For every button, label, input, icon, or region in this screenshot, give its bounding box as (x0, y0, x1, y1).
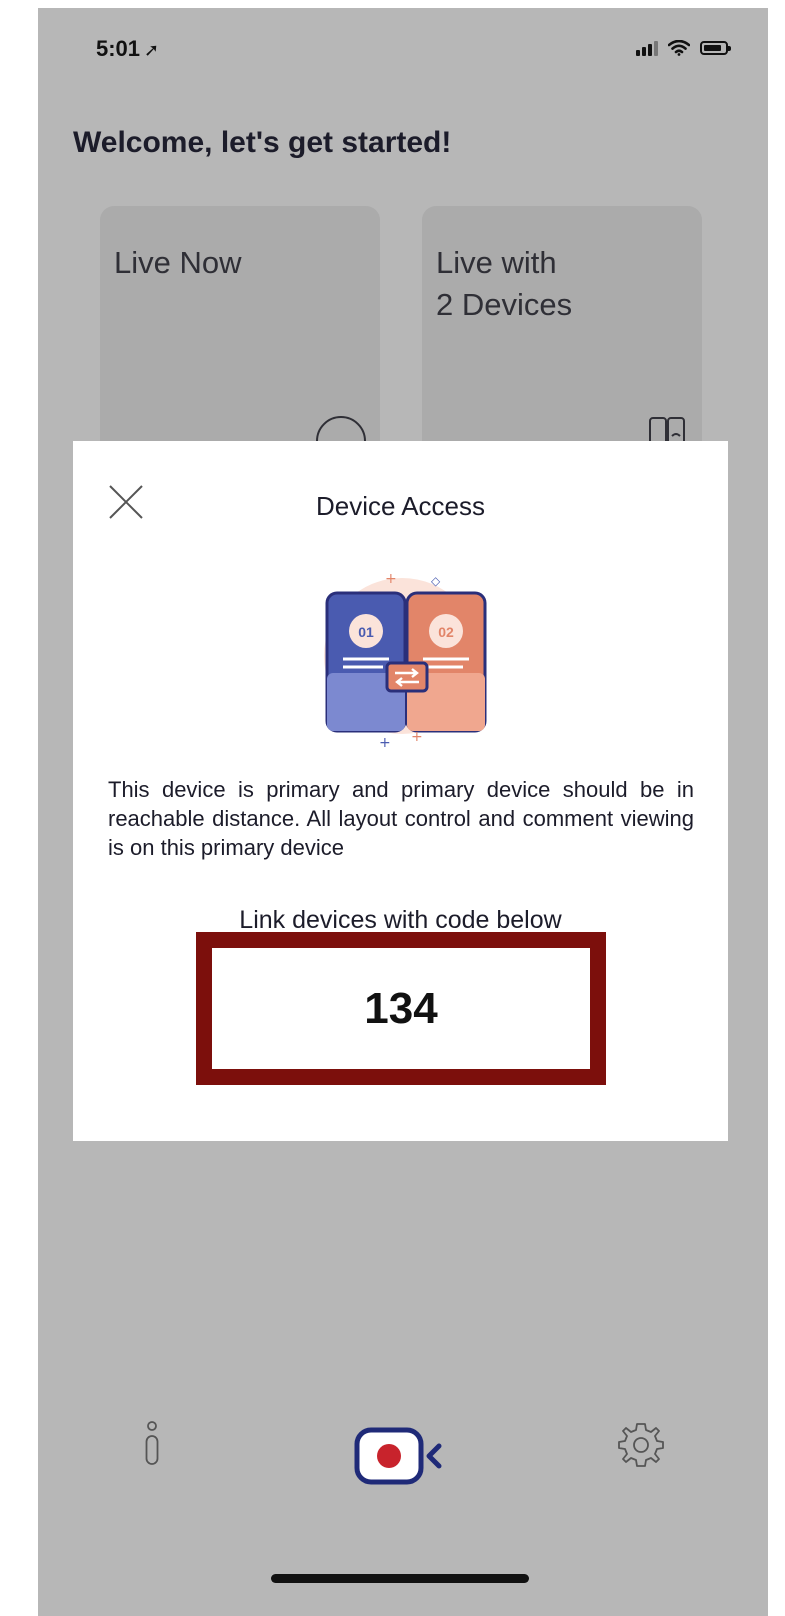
settings-icon[interactable] (616, 1420, 666, 1470)
wifi-icon (668, 40, 690, 56)
svg-text:◇: ◇ (431, 574, 441, 588)
status-icons (636, 40, 731, 56)
record-icon[interactable] (353, 1426, 449, 1486)
device-access-modal: Device Access 01 02 + ◇ + + This device … (73, 441, 728, 1141)
two-phones-illustration: 01 02 + ◇ + + (324, 571, 487, 751)
modal-title: Device Access (315, 491, 486, 521)
svg-text:+: + (379, 735, 391, 751)
status-time: 5:01 ➚ (96, 36, 159, 62)
status-time-text: 5:01 (96, 36, 141, 61)
home-indicator[interactable] (271, 1574, 529, 1583)
pairing-code-box: 134 (196, 932, 606, 1085)
cellular-signal-icon (636, 40, 658, 56)
description-text: This device is primary and primary devic… (108, 777, 694, 860)
link-devices-label: Link devices with code below (239, 906, 562, 934)
battery-icon (700, 41, 731, 55)
card-label: Live with 2 Devices (436, 245, 573, 322)
page: 5:01 ➚ Welcome, let's get started! Live N… (0, 0, 785, 1616)
pairing-code: 134 (364, 983, 438, 1033)
illustration-label-02: 02 (438, 624, 454, 640)
svg-text:+: + (411, 729, 423, 745)
page-title: Welcome, let's get started! (73, 126, 452, 159)
card-label: Live Now (114, 245, 242, 280)
info-icon[interactable] (141, 1420, 163, 1468)
svg-text:+: + (385, 571, 397, 587)
location-arrow-icon: ➚ (144, 40, 160, 60)
illustration-label-01: 01 (358, 624, 374, 640)
phone-screen: 5:01 ➚ Welcome, let's get started! Live N… (38, 8, 768, 1616)
